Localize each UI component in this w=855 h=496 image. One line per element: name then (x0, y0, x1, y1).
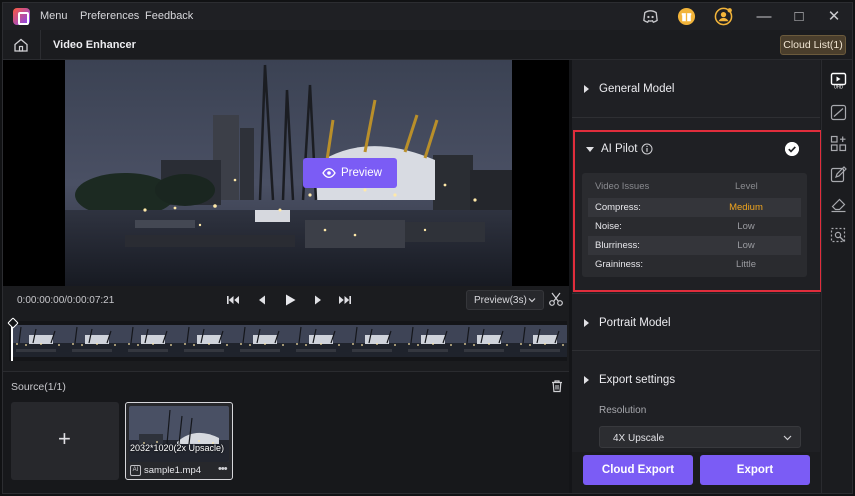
export-settings-section: Export settings Resolution 4X Upscale (572, 351, 820, 452)
table-row: Blurriness: Low (588, 236, 801, 255)
general-model-section[interactable]: General Model (572, 60, 820, 118)
issue-name: Compress: (595, 202, 641, 213)
issue-name: Blurriness: (595, 240, 640, 251)
expand-arrow-icon[interactable] (584, 376, 589, 384)
thumbnail-image (129, 406, 229, 462)
menu-preferences[interactable]: Preferences (80, 10, 139, 22)
skip-to-start-icon[interactable] (225, 292, 241, 308)
timeline-filmstrip (11, 325, 567, 357)
ai-pilot-section: AI Pilot Video Issues Level Compress: Me… (573, 130, 822, 292)
settings-panel: General Model AI Pilot Video Issues Leve… (572, 60, 822, 452)
play-icon[interactable] (282, 292, 298, 308)
svg-text:UHD: UHD (834, 85, 843, 90)
general-model-title: General Model (599, 83, 675, 95)
issue-level: Medium (729, 202, 763, 213)
source-panel: Source(1/1) + 2032*1020(2x Upsacle) AI s… (3, 371, 569, 493)
preview-button[interactable]: Preview (303, 158, 397, 188)
resolution-select[interactable]: 4X Upscale (599, 426, 801, 448)
table-row: Compress: Medium (588, 198, 801, 217)
table-row: Noise: Low (588, 217, 801, 236)
skip-to-end-icon[interactable] (337, 292, 353, 308)
title-bar: Menu Preferences Feedback — □ ✕ (3, 3, 852, 30)
more-options-icon[interactable]: ••• (218, 463, 228, 475)
gift-icon[interactable] (677, 7, 696, 26)
issue-name: Graininess: (595, 259, 644, 270)
portrait-model-title: Portrait Model (599, 317, 671, 329)
video-thumbnail (129, 406, 229, 462)
resolution-label: Resolution (599, 405, 647, 416)
chevron-down-icon (783, 435, 792, 441)
video-frame-image (65, 60, 512, 286)
uhd-icon[interactable]: UHD (830, 72, 847, 89)
video-preview-area: Preview (3, 60, 569, 286)
table-row: Graininess: Little (588, 255, 801, 274)
column-header-level: Level (735, 181, 758, 192)
collapse-arrow-icon[interactable] (586, 147, 594, 152)
menu-menu[interactable]: Menu (40, 10, 68, 22)
video-issues-table: Video Issues Level Compress: Medium Nois… (582, 173, 807, 277)
ai-pilot-checkbox[interactable] (785, 142, 799, 156)
eraser-icon[interactable] (830, 196, 847, 213)
account-icon[interactable] (714, 7, 733, 26)
scissors-icon[interactable] (548, 291, 564, 307)
add-icon: + (58, 426, 71, 451)
column-header-issue: Video Issues (595, 181, 650, 192)
info-icon[interactable] (641, 143, 653, 155)
timeline-track[interactable] (7, 317, 567, 361)
header-bar: Video Enhancer Cloud List(1) (3, 30, 852, 60)
add-grid-icon[interactable] (830, 135, 847, 152)
app-logo-icon (13, 8, 30, 25)
issue-level: Little (735, 259, 757, 270)
video-file-name: sample1.mp4 (144, 465, 202, 476)
preview-button-label: Preview (341, 167, 382, 179)
issue-level: Low (737, 240, 755, 251)
cloud-list-button[interactable]: Cloud List(1) (780, 35, 846, 55)
expand-arrow-icon (584, 85, 589, 93)
video-frame: Preview (65, 60, 512, 286)
video-resolution-label: 2032*1020(2x Upsacle) (129, 443, 225, 453)
close-icon[interactable]: ✕ (824, 7, 844, 27)
playhead[interactable] (7, 317, 19, 361)
page-title: Video Enhancer (53, 39, 136, 51)
eye-icon (322, 167, 336, 179)
filmstrip-thumbnails (11, 325, 567, 357)
edit-icon[interactable] (830, 166, 847, 183)
ai-enhanced-icon: AI (130, 465, 141, 476)
step-forward-icon[interactable] (310, 292, 326, 308)
video-file-tile[interactable]: 2032*1020(2x Upsacle) AI sample1.mp4 ••• (125, 402, 233, 480)
add-video-tile[interactable]: + (11, 402, 119, 480)
minimize-icon[interactable]: — (754, 7, 774, 27)
menu-feedback[interactable]: Feedback (145, 10, 193, 22)
app-window: Menu Preferences Feedback — □ ✕ Video En… (2, 2, 853, 494)
expand-arrow-icon (584, 319, 589, 327)
discord-icon[interactable] (641, 7, 660, 26)
chevron-down-icon (528, 298, 536, 303)
export-settings-title: Export settings (599, 374, 676, 386)
trash-icon[interactable] (550, 379, 564, 393)
resolution-value: 4X Upscale (613, 433, 665, 444)
curve-icon[interactable] (830, 104, 847, 121)
select-region-icon[interactable] (830, 227, 847, 244)
cloud-export-button[interactable]: Cloud Export (583, 455, 693, 485)
time-counter: 0:00:00:00/0:00:07:21 (17, 295, 115, 306)
issue-level: Low (737, 221, 755, 232)
issue-name: Noise: (595, 221, 622, 232)
header-divider (40, 30, 41, 60)
preview-duration-select[interactable]: Preview(3s) (466, 290, 544, 310)
step-back-icon[interactable] (254, 292, 270, 308)
preview-duration-value: Preview(3s) (474, 295, 527, 306)
portrait-model-section[interactable]: Portrait Model (572, 293, 820, 351)
tool-rail: UHD (821, 60, 852, 493)
ai-pilot-title: AI Pilot (601, 143, 638, 155)
export-button[interactable]: Export (700, 455, 810, 485)
home-icon[interactable] (13, 37, 29, 53)
source-count-label: Source(1/1) (11, 381, 66, 393)
maximize-icon[interactable]: □ (789, 7, 809, 27)
export-action-bar: Cloud Export Export (572, 452, 820, 493)
